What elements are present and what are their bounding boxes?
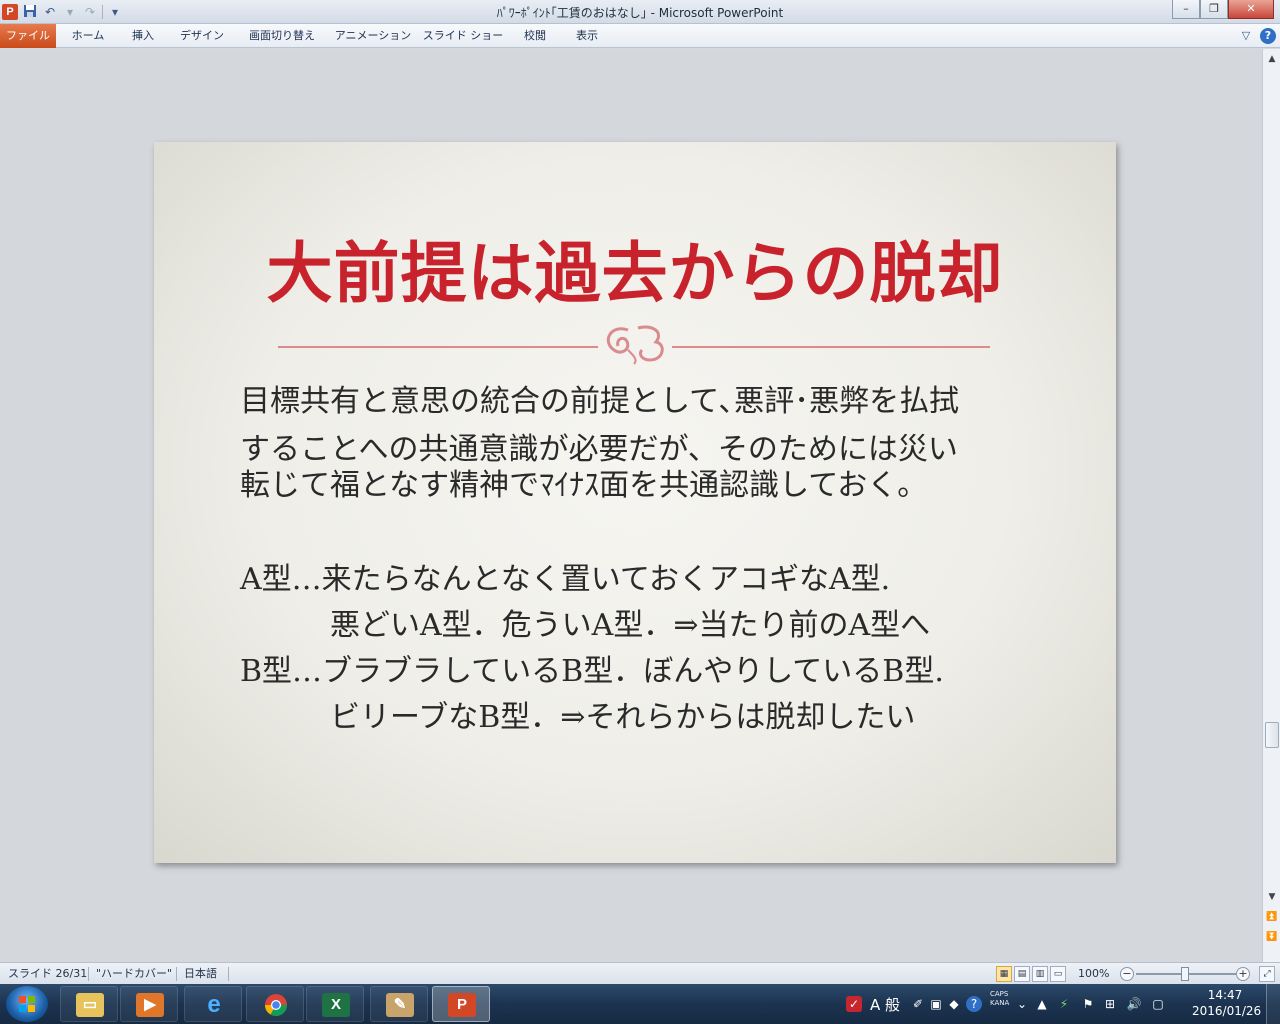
tab-transitions[interactable]: 画面切り替え: [240, 24, 324, 48]
taskbar-paint[interactable]: ✎: [370, 986, 428, 1022]
minimize-button[interactable]: –: [1172, 0, 1200, 19]
action-center-flag-icon[interactable]: ⚑: [1080, 996, 1096, 1012]
slide-counter: スライド 26/31: [8, 967, 88, 980]
ime-dictionary-icon[interactable]: ▣: [928, 996, 944, 1012]
type-a-line-2[interactable]: 悪どいA型．危ういA型．⇒当たり前のA型へ: [240, 604, 930, 648]
type-b-line-2[interactable]: ビリーブなB型．⇒それらからは脱却したい: [240, 696, 915, 740]
zoom-slider-thumb[interactable]: [1181, 967, 1189, 981]
volume-icon[interactable]: 🔊: [1126, 996, 1142, 1012]
type-b-line-1[interactable]: B型…ブラブラしているB型．ぼんやりしているB型.: [240, 650, 944, 694]
next-slide-icon[interactable]: ⏬: [1265, 929, 1279, 945]
taskbar-powerpoint[interactable]: P: [432, 986, 490, 1022]
normal-view-icon[interactable]: ▦: [996, 966, 1012, 982]
previous-slide-icon[interactable]: ⏫: [1265, 909, 1279, 925]
status-separator: [228, 967, 229, 981]
ime-options-icon[interactable]: ⌄: [1014, 996, 1030, 1012]
divider-line-right: [672, 346, 990, 348]
scroll-down-arrow-icon[interactable]: ▼: [1265, 889, 1279, 905]
show-desktop-button[interactable]: [1266, 984, 1280, 1024]
tab-file[interactable]: ファイル: [0, 24, 56, 48]
start-button[interactable]: [6, 986, 48, 1022]
language-indicator[interactable]: 日本語: [184, 966, 217, 982]
theme-name: "ハードカバー": [96, 967, 173, 980]
ribbon-right-controls: ▽ ?: [1238, 28, 1276, 44]
zoom-in-icon[interactable]: +: [1236, 967, 1250, 981]
slide-title[interactable]: 大前提は過去からの脱却: [154, 220, 1116, 316]
excel-icon: X: [322, 993, 350, 1017]
folder-icon: ▭: [76, 993, 104, 1017]
windows-update-icon[interactable]: ⊞: [1102, 996, 1118, 1012]
taskbar-internet-explorer[interactable]: e: [184, 986, 242, 1022]
window-controls: – ❐ ✕: [1172, 0, 1274, 19]
clock-date: 2016/01/26: [1192, 1004, 1262, 1018]
taskbar-explorer[interactable]: ▭: [60, 986, 118, 1022]
help-icon[interactable]: ?: [1260, 28, 1276, 44]
tab-design[interactable]: デザイン: [172, 24, 232, 48]
system-tray: ✓ A 般 ✐ ▣ ◆ ? CAPS KANA ⌄ ▲ ⚡ ⚑ ⊞ 🔊 ▢ 14…: [842, 984, 1280, 1024]
taskbar-media-player[interactable]: ▶: [120, 986, 178, 1022]
taskbar-chrome[interactable]: [246, 986, 304, 1022]
caps-kana-indicator: CAPS KANA: [990, 990, 1009, 1008]
type-a-line-1[interactable]: A型…来たらなんとなく置いておくアコギなA型.: [240, 558, 890, 602]
ornament-flourish-icon: [606, 325, 664, 365]
vertical-scrollbar[interactable]: ▲ ▼ ⏫ ⏬: [1262, 49, 1280, 962]
ime-help-icon[interactable]: ?: [966, 996, 982, 1012]
ribbon-expand-icon[interactable]: ▽: [1238, 28, 1254, 44]
taskbar-excel[interactable]: X: [306, 986, 364, 1022]
caps-label: CAPS: [990, 990, 1009, 998]
status-separator: [88, 967, 89, 981]
zoom-level[interactable]: 100%: [1078, 966, 1109, 982]
media-player-icon: ▶: [136, 993, 164, 1017]
show-hidden-icons-icon[interactable]: ▲: [1034, 996, 1050, 1012]
window-title: ﾊﾟﾜｰﾎﾟｲﾝﾄ｢工賃のおはなし｣ - Microsoft PowerPoin…: [496, 6, 784, 20]
divider-line-left: [278, 346, 598, 348]
tab-home[interactable]: ホーム: [62, 24, 114, 48]
zoom-out-icon[interactable]: −: [1120, 967, 1134, 981]
windows-taskbar: ▭ ▶ e X ✎ P ✓ A 般 ✐ ▣ ◆ ? CAPS KANA ⌄ ▲ …: [0, 984, 1280, 1024]
clock-time: 14:47: [1207, 988, 1243, 1002]
close-button[interactable]: ✕: [1228, 0, 1274, 19]
tab-slideshow[interactable]: スライド ショー: [422, 24, 504, 48]
scroll-thumb[interactable]: [1265, 722, 1279, 748]
powerpoint-icon: P: [448, 993, 476, 1017]
tab-review[interactable]: 校閲: [512, 24, 558, 48]
system-clock[interactable]: 14:47 2016/01/26: [1192, 987, 1262, 1019]
title-bar: P ↶ ▾ ↷ ▾ ﾊﾟﾜｰﾎﾟｲﾝﾄ｢工賃のおはなし｣ - Microsoft…: [0, 0, 1280, 24]
slide-canvas[interactable]: 大前提は過去からの脱却 目標共有と意思の統合の前提として､悪評･悪弊を払拭 する…: [154, 142, 1116, 863]
ribbon-tab-bar: ファイル ホーム 挿入 デザイン 画面切り替え アニメーション スライド ショー…: [0, 24, 1280, 48]
tab-view[interactable]: 表示: [566, 24, 608, 48]
security-check-icon[interactable]: ✓: [846, 996, 862, 1012]
status-bar: スライド 26/31 "ハードカバー" 日本語 ▦ ▤ ▥ ▭ 100% − +…: [0, 962, 1280, 984]
slide-editing-area[interactable]: 大前提は過去からの脱却 目標共有と意思の統合の前提として､悪評･悪弊を払拭 する…: [0, 49, 1262, 962]
ime-mode-indicator[interactable]: A 般: [870, 994, 900, 1015]
reading-view-icon[interactable]: ▥: [1032, 966, 1048, 982]
tab-insert[interactable]: 挿入: [122, 24, 164, 48]
tab-animations[interactable]: アニメーション: [332, 24, 414, 48]
ime-tools-icon[interactable]: ◆: [946, 996, 962, 1012]
fit-to-window-icon[interactable]: ⤢: [1259, 966, 1275, 982]
ime-pad-icon[interactable]: ✐: [910, 996, 926, 1012]
paint-palette-icon: ✎: [386, 993, 414, 1017]
restore-button[interactable]: ❐: [1200, 0, 1228, 19]
paragraph-line-1[interactable]: 目標共有と意思の統合の前提として､悪評･悪弊を払拭: [240, 380, 959, 424]
windows-logo-icon: [19, 996, 35, 1012]
paragraph-line-3[interactable]: 転じて福となす精神でﾏｲﾅｽ面を共通認識しておく。: [240, 464, 927, 508]
kana-label: KANA: [990, 999, 1010, 1007]
chrome-icon: [265, 994, 287, 1016]
safely-remove-hardware-icon[interactable]: ⚡: [1056, 996, 1072, 1012]
slideshow-view-icon[interactable]: ▭: [1050, 966, 1066, 982]
status-separator: [176, 967, 177, 981]
internet-explorer-icon: e: [207, 991, 221, 1018]
slide-sorter-view-icon[interactable]: ▤: [1014, 966, 1030, 982]
network-icon[interactable]: ▢: [1150, 996, 1166, 1012]
scroll-up-arrow-icon[interactable]: ▲: [1265, 51, 1279, 67]
